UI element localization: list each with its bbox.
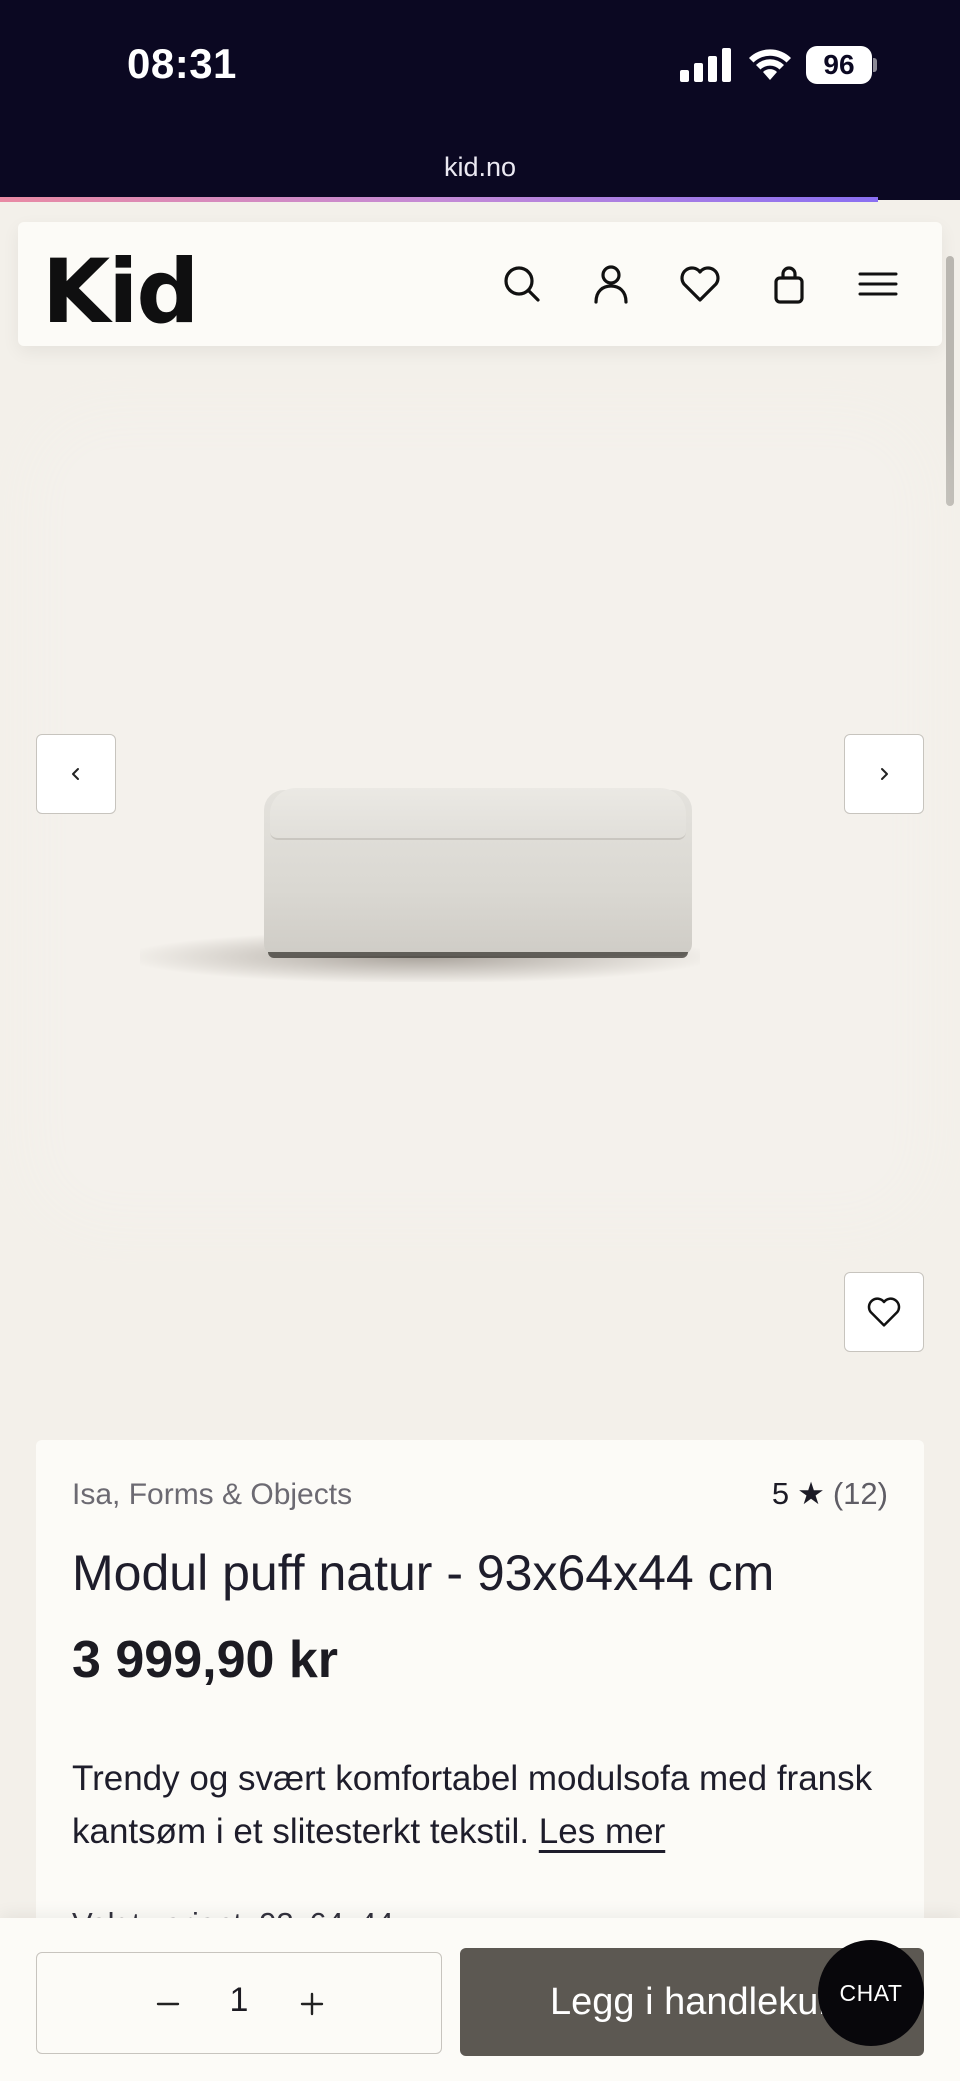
battery-tip xyxy=(873,58,877,72)
chevron-right-icon xyxy=(881,768,888,780)
star-icon: ★ xyxy=(797,1476,825,1511)
page-load-progress xyxy=(0,197,878,202)
quantity-decrease-button[interactable] xyxy=(143,1979,193,2029)
account-icon[interactable] xyxy=(587,260,635,308)
battery-indicator: 96 xyxy=(806,46,872,84)
add-to-wishlist-button[interactable] xyxy=(844,1272,924,1352)
product-image-pouf-base xyxy=(268,952,688,958)
search-icon[interactable] xyxy=(498,260,546,308)
chat-button[interactable]: CHAT xyxy=(818,1940,924,2046)
product-brand[interactable]: Isa, Forms & Objects xyxy=(72,1478,352,1512)
heart-icon[interactable] xyxy=(676,260,724,308)
read-more-link[interactable]: Les mer xyxy=(539,1812,665,1851)
shopping-bag-icon[interactable] xyxy=(765,260,813,308)
address-bar-url[interactable]: kid.no xyxy=(0,152,960,183)
product-image-pouf-top xyxy=(270,788,686,840)
status-bar: 08:31 96 kid.no xyxy=(0,0,960,202)
site-header: Kid xyxy=(18,222,942,346)
wifi-icon xyxy=(749,49,791,80)
chevron-left-icon xyxy=(72,768,79,780)
product-description: Trendy og svært komfortabel modulsofa me… xyxy=(72,1752,902,1858)
product-title: Modul puff natur - 93x64x44 cm xyxy=(72,1545,775,1601)
quantity-value[interactable]: 1 xyxy=(207,1981,271,2020)
product-price: 3 999,90 kr xyxy=(72,1631,339,1689)
product-rating[interactable]: 5 ★ (12) xyxy=(772,1476,888,1512)
gallery-next-button[interactable] xyxy=(844,734,924,814)
rating-count: (12) xyxy=(832,1476,888,1511)
product-description-text: Trendy og svært komfortabel modulsofa me… xyxy=(72,1759,873,1851)
menu-icon[interactable] xyxy=(854,260,902,308)
quantity-increase-button[interactable] xyxy=(287,1979,337,2029)
cellular-signal-icon xyxy=(680,48,731,82)
status-time: 08:31 xyxy=(127,40,237,87)
rating-value: 5 xyxy=(771,1476,790,1511)
plus-icon xyxy=(300,1992,324,2016)
purchase-bar: 1 Legg i handlekurv xyxy=(0,1918,960,2081)
quantity-stepper: 1 xyxy=(36,1952,442,2054)
kid-logo[interactable]: Kid xyxy=(42,240,199,343)
minus-icon xyxy=(156,2002,180,2006)
heart-icon xyxy=(867,1297,901,1327)
gallery-prev-button[interactable] xyxy=(36,734,116,814)
product-gallery xyxy=(0,346,960,1386)
